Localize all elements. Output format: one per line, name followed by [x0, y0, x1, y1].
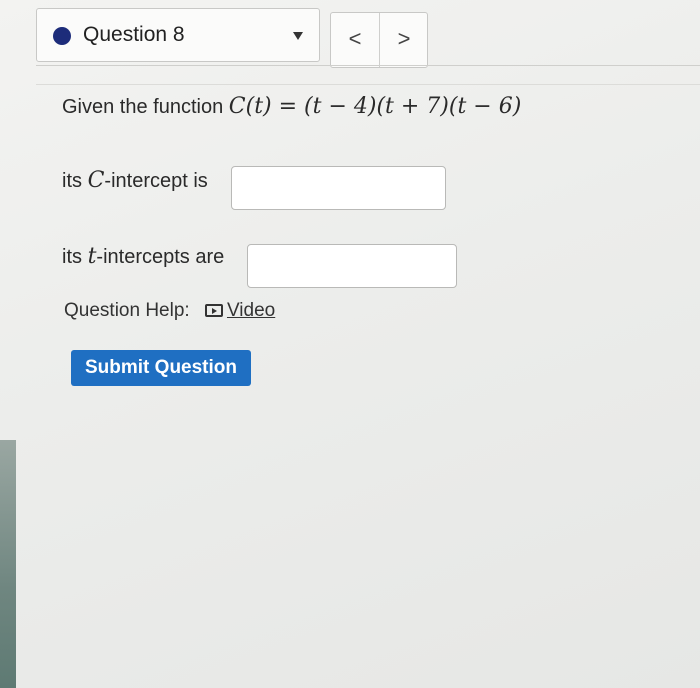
function-expression: C(t) = (t − 4)(t + 7)(t − 6) [228, 94, 522, 119]
next-question-button[interactable]: > [380, 13, 428, 67]
c-intercept-variable: C [87, 168, 105, 193]
t-intercepts-prompt: its t-intercepts are [62, 244, 224, 269]
previous-question-button[interactable]: < [331, 13, 380, 67]
question-label: Question 8 [83, 23, 185, 46]
problem-intro: Given the function [62, 96, 224, 118]
question-selector[interactable]: Question 8 [36, 8, 320, 62]
problem-statement: Given the function C(t) = (t − 4)(t + 7)… [62, 94, 521, 119]
header-divider [36, 65, 700, 66]
c-intercept-prefix: its [62, 170, 82, 192]
submit-question-button[interactable]: Submit Question [71, 350, 251, 386]
t-intercepts-prefix: its [62, 246, 82, 268]
question-help-label: Question Help: [64, 300, 190, 321]
c-intercept-prompt: its C-intercept is [62, 168, 208, 193]
background-edge [0, 440, 16, 688]
question-navigation: < > [330, 12, 428, 68]
t-intercepts-input[interactable] [247, 244, 457, 288]
dropdown-arrow-icon[interactable] [293, 32, 303, 40]
question-help: Question Help: Video [64, 300, 275, 322]
video-link[interactable]: Video [227, 300, 275, 321]
t-intercepts-suffix: -intercepts are [96, 246, 225, 268]
header-divider-secondary [36, 84, 700, 85]
video-icon[interactable] [204, 304, 223, 318]
c-intercept-input[interactable] [231, 166, 446, 210]
question-status-dot-icon [53, 27, 71, 45]
c-intercept-suffix: -intercept is [104, 170, 208, 192]
